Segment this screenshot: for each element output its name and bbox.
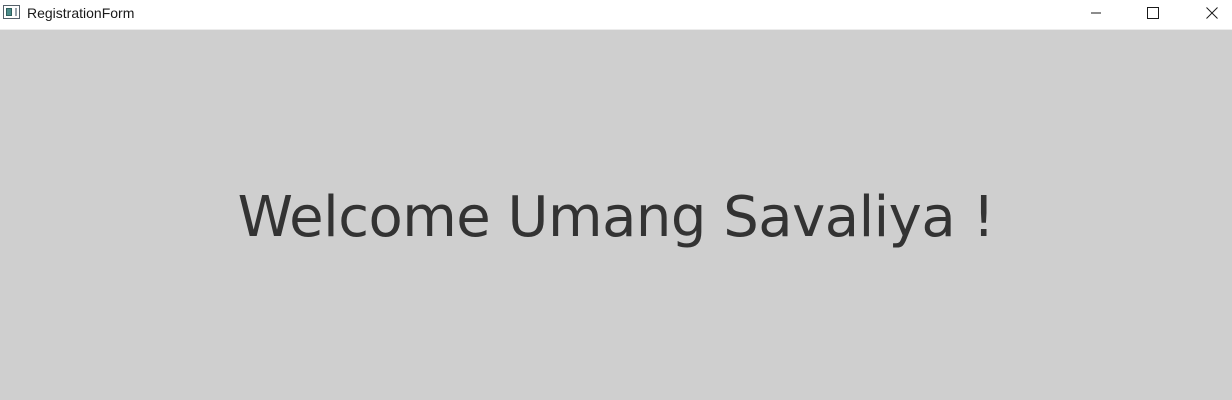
close-icon: [1206, 7, 1218, 19]
close-button[interactable]: [1189, 0, 1232, 26]
maximize-icon: [1147, 7, 1159, 19]
minimize-button[interactable]: [1073, 0, 1119, 26]
minimize-icon: [1091, 12, 1101, 14]
welcome-message: Welcome Umang Savaliya !: [237, 185, 995, 250]
application-window: RegistrationForm Welcome Umang Savaliya …: [0, 0, 1232, 400]
maximize-button[interactable]: [1130, 0, 1176, 26]
application-window-icon[interactable]: [3, 5, 20, 19]
main-content: Welcome Umang Savaliya !: [0, 30, 1232, 400]
title-bar[interactable]: RegistrationForm: [0, 0, 1232, 30]
window-title: RegistrationForm: [27, 5, 135, 21]
